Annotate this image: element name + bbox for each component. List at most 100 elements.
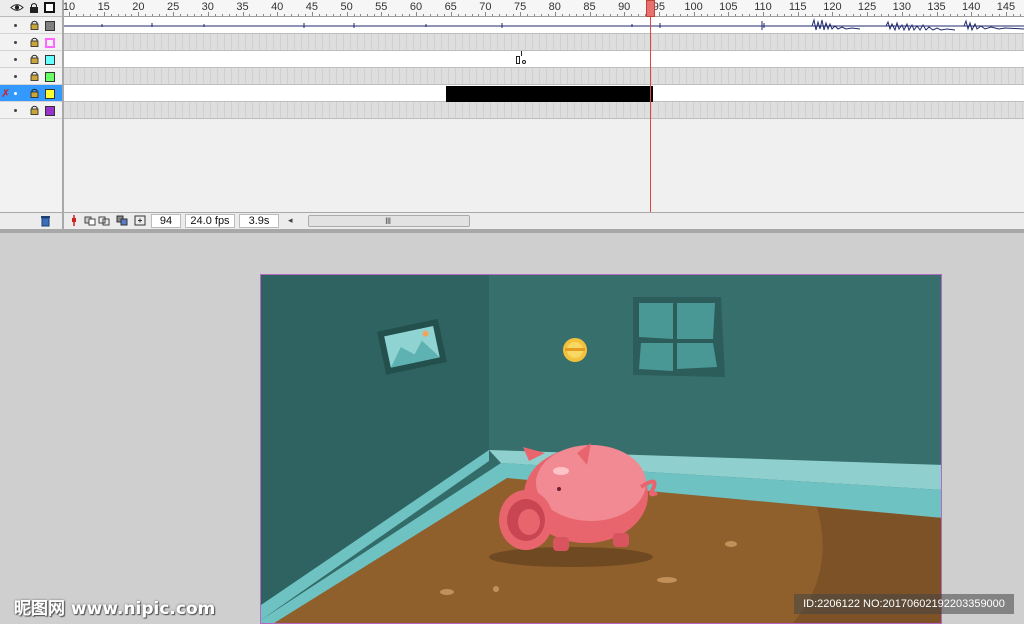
ruler-tick	[388, 14, 390, 16]
selected-frame-span[interactable]	[446, 86, 653, 102]
layer-row[interactable]	[0, 34, 62, 51]
onion-skin-icon[interactable]	[84, 215, 96, 226]
ruler-tick	[506, 14, 508, 16]
ruler-tick	[318, 14, 320, 16]
ruler-tick	[749, 14, 751, 16]
frame-rate-field[interactable]: 24.0 fps	[185, 214, 235, 228]
ruler-tick	[207, 12, 209, 16]
lock-icon[interactable]	[30, 54, 39, 64]
playhead-handle[interactable]	[646, 0, 655, 17]
ruler-tick	[110, 14, 112, 16]
lock-icon[interactable]	[29, 2, 39, 14]
lock-icon[interactable]	[30, 20, 39, 30]
ruler-tick	[929, 14, 931, 16]
layer-color-swatch[interactable]	[45, 72, 55, 82]
timeline-status-bar: 94 24.0 fps 3.9s ◂ Ⅲ	[0, 212, 1024, 229]
ruler-tick	[180, 14, 182, 16]
ruler-tick	[131, 14, 133, 16]
timeline-scrollbar[interactable]: Ⅲ	[308, 215, 470, 227]
frame-grid[interactable]	[64, 17, 1024, 212]
scroll-left-icon[interactable]: ◂	[288, 215, 293, 226]
ruler-tick	[513, 14, 515, 16]
outline-icon[interactable]	[44, 2, 55, 13]
audio-waveform	[64, 18, 1024, 32]
visibility-dot-icon[interactable]	[14, 109, 17, 112]
layer-3-frames[interactable]	[64, 51, 1024, 68]
ruler-tick	[672, 14, 674, 16]
ruler-tick	[416, 12, 417, 16]
current-frame-field[interactable]: 94	[151, 214, 181, 228]
panel-separator[interactable]	[0, 229, 1024, 233]
ruler-tick	[742, 14, 744, 16]
layer-color-swatch[interactable]	[45, 89, 55, 99]
edit-multiple-frames-icon[interactable]	[116, 215, 128, 226]
ruler-tick	[721, 14, 723, 16]
frame-ruler[interactable]: 10 15 20 25 30 35 40 45 50 55 60 65 70 75 80 85 90 95 100 1…	[63, 0, 1024, 17]
ruler-tick	[1005, 12, 1007, 16]
ruler-tick	[346, 12, 348, 16]
lock-icon[interactable]	[30, 71, 39, 81]
ruler-tick	[457, 14, 459, 16]
eye-icon[interactable]	[10, 2, 24, 13]
layer-5-frames[interactable]	[64, 85, 1024, 102]
layer-color-swatch[interactable]	[45, 38, 55, 48]
gold-coin	[563, 338, 587, 362]
ruler-tick	[291, 14, 293, 16]
ruler-tick	[256, 14, 258, 16]
ruler-tick	[360, 14, 362, 16]
layer-row[interactable]: ✗	[0, 85, 62, 102]
ruler-tick	[901, 12, 903, 16]
ruler-tick	[853, 14, 855, 16]
ruler-tick	[867, 12, 869, 16]
layer-4-frames[interactable]	[64, 68, 1024, 85]
ruler-tick	[728, 12, 730, 16]
ruler-tick	[582, 14, 584, 16]
ruler-tick	[714, 14, 716, 16]
ruler-tick	[998, 14, 1000, 16]
ruler-tick	[402, 14, 404, 16]
ruler-tick	[478, 14, 480, 16]
layer-6-frames[interactable]	[64, 102, 1024, 119]
ruler-tick	[700, 14, 702, 16]
modify-onion-markers-icon[interactable]	[134, 215, 146, 226]
onion-skin-outlines-icon[interactable]	[98, 215, 110, 226]
visibility-dot-icon[interactable]	[14, 75, 17, 78]
layer-row[interactable]	[0, 68, 62, 85]
lock-icon[interactable]	[30, 37, 39, 47]
ruler-tick	[992, 14, 994, 16]
layer-2-frames[interactable]	[64, 34, 1024, 51]
ruler-tick	[436, 14, 438, 16]
trash-icon[interactable]	[40, 215, 51, 227]
ruler-tick	[631, 14, 633, 16]
ruler-tick	[464, 14, 466, 16]
ruler-tick	[804, 14, 806, 16]
keyframe-marker[interactable]	[516, 56, 520, 64]
lock-icon[interactable]	[30, 105, 39, 115]
center-frame-icon[interactable]	[68, 215, 80, 226]
ruler-tick	[75, 14, 77, 16]
layer-color-swatch[interactable]	[45, 106, 55, 116]
ruler-tick	[617, 14, 619, 16]
scroll-grip-icon[interactable]: Ⅲ	[385, 216, 391, 227]
layer-color-swatch[interactable]	[45, 55, 55, 65]
visibility-dot-icon[interactable]	[14, 24, 17, 27]
ruler-tick	[311, 12, 313, 16]
layer-row[interactable]	[0, 17, 62, 34]
layer-row[interactable]	[0, 51, 62, 68]
ruler-tick	[485, 12, 487, 16]
lock-icon[interactable]	[30, 88, 39, 98]
audio-layer-frames[interactable]	[64, 17, 1024, 34]
ruler-tick	[964, 14, 966, 16]
stage-canvas[interactable]	[260, 274, 942, 624]
layer-color-swatch[interactable]	[45, 21, 55, 31]
ruler-tick	[846, 14, 848, 16]
ruler-tick	[839, 14, 841, 16]
ruler-tick	[235, 14, 237, 16]
visibility-dot-icon[interactable]	[14, 92, 17, 95]
ruler-tick	[270, 14, 272, 16]
ruler-tick	[922, 14, 924, 16]
visibility-dot-icon[interactable]	[14, 58, 17, 61]
visibility-dot-icon[interactable]	[14, 41, 17, 44]
layer-row[interactable]	[0, 102, 62, 119]
ruler-tick	[228, 14, 230, 16]
